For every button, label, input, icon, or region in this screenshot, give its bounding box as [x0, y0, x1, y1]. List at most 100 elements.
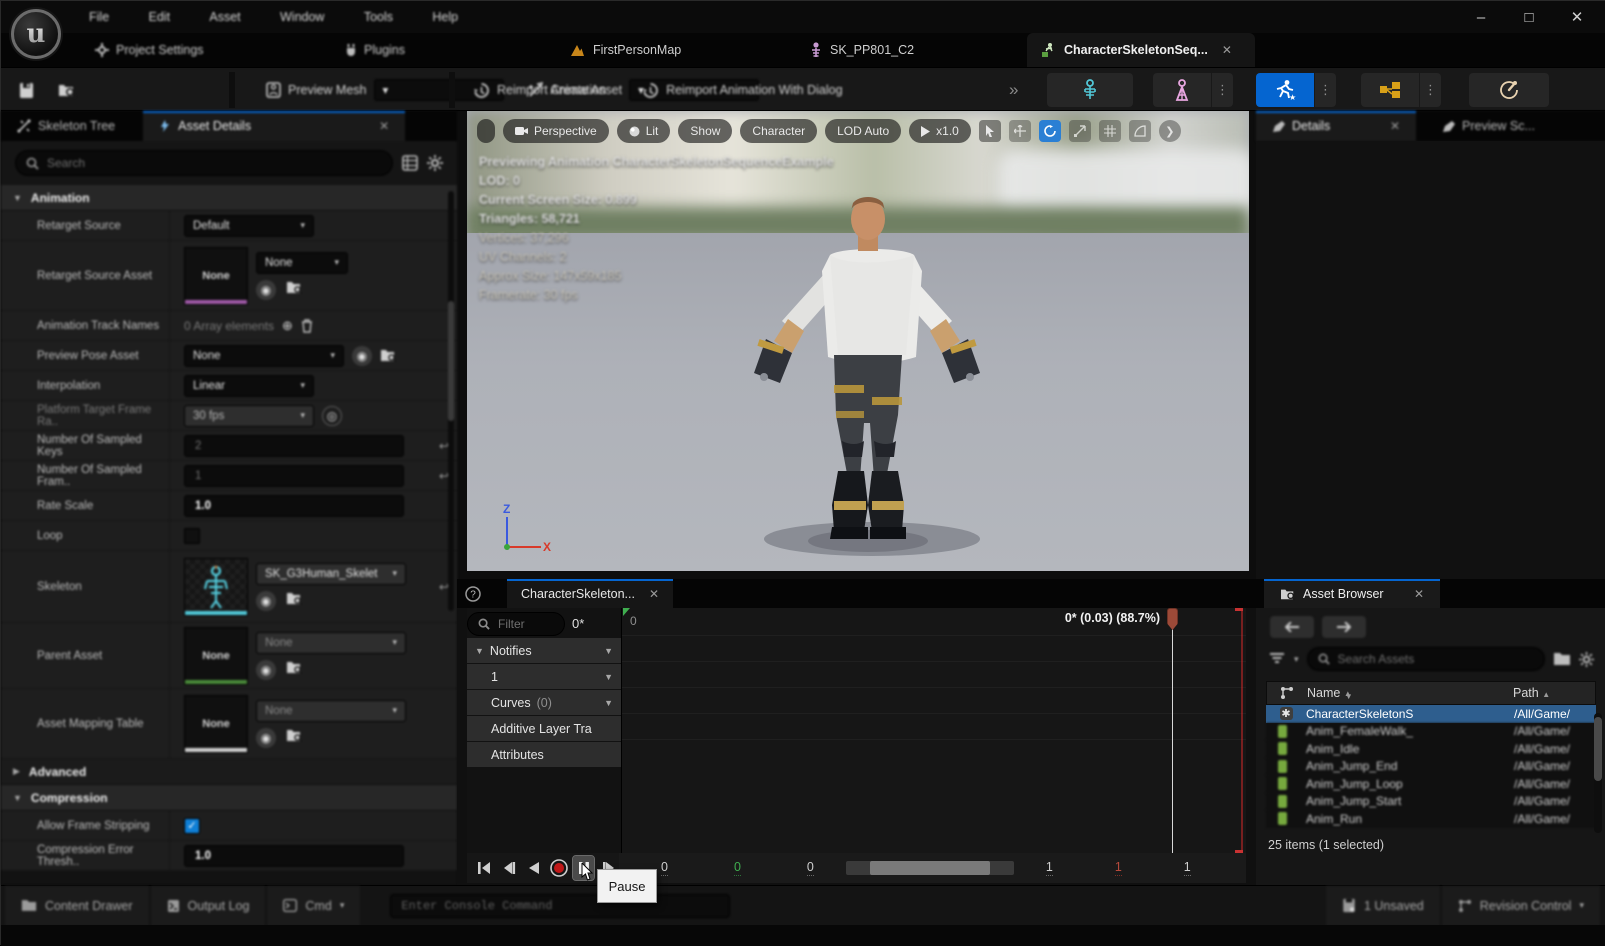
tab-asset-details[interactable]: Asset Details ✕	[143, 111, 405, 141]
gear-icon[interactable]	[1579, 652, 1594, 667]
tab-close-icon[interactable]: ✕	[1222, 43, 1232, 57]
tab-asset-browser[interactable]: Asset Browser ✕	[1264, 579, 1440, 608]
record-button[interactable]	[548, 856, 569, 880]
tab-close-icon[interactable]: ✕	[1414, 587, 1424, 601]
parent-asset-thumbnail[interactable]: None	[184, 627, 248, 685]
maximize-button[interactable]: □	[1512, 4, 1546, 30]
column-name[interactable]: Name ▲▼	[1307, 685, 1513, 701]
step-backward-button[interactable]	[498, 856, 519, 880]
add-element-icon[interactable]: ⊕	[282, 318, 293, 334]
section-animation[interactable]: ▼Animation	[1, 185, 457, 211]
tab-sk-pp801-c2[interactable]: SK_PP801_C2	[796, 33, 928, 67]
menu-file[interactable]: File	[71, 1, 127, 33]
menu-tools[interactable]: Tools	[346, 1, 411, 33]
rotate-tool-icon[interactable]	[1039, 120, 1061, 142]
browse-asset-button[interactable]	[48, 74, 86, 106]
lit-dropdown[interactable]: Lit	[617, 119, 671, 143]
browse-to-icon[interactable]	[286, 660, 303, 675]
menu-asset[interactable]: Asset	[191, 1, 258, 33]
content-drawer-button[interactable]: Content Drawer	[5, 886, 149, 926]
animation-mode-kebab[interactable]: ⋮	[1314, 73, 1336, 107]
reimport-animation-dialog-button[interactable]: Reimport Animation With Dialog	[632, 74, 852, 106]
tab-firstpersonmap[interactable]: FirstPersonMap	[556, 33, 695, 67]
current-frame-value[interactable]: 0	[807, 860, 814, 876]
to-front-button[interactable]	[473, 856, 494, 880]
asset-row[interactable]: Anim_Jump_Start /All/Game/	[1266, 793, 1596, 811]
mesh-mode-button[interactable]	[1153, 73, 1211, 107]
asset-row[interactable]: Anim_Run /All/Game/	[1266, 810, 1596, 828]
project-settings-button[interactable]: Project Settings	[81, 33, 218, 67]
select-tool-icon[interactable]	[979, 120, 1001, 142]
interpolation-dropdown[interactable]: Linear▾	[184, 375, 314, 397]
minimize-button[interactable]: –	[1464, 4, 1498, 30]
use-selected-icon[interactable]: ◉	[256, 660, 276, 680]
range-end-value[interactable]: 1	[1046, 860, 1053, 876]
unreal-logo[interactable]: u	[11, 9, 61, 59]
browse-to-icon[interactable]	[380, 348, 397, 363]
asset-list-scrollbar[interactable]	[1594, 713, 1602, 833]
rate-scale-field[interactable]: 1.0	[184, 495, 404, 517]
playback-start-value[interactable]: 0	[734, 860, 741, 876]
blueprint-mode-button[interactable]	[1361, 73, 1419, 107]
track-notifies[interactable]: ▼ Notifies ▼	[467, 638, 621, 663]
use-selected-icon[interactable]: ◉	[256, 591, 276, 611]
tab-close-icon[interactable]: ✕	[379, 119, 389, 133]
retarget-source-asset-dropdown[interactable]: None▾	[256, 252, 348, 274]
asset-row[interactable]: Anim_FemaleWalk_ /All/Game/	[1266, 723, 1596, 741]
unsaved-button[interactable]: 1 Unsaved	[1326, 886, 1440, 926]
scale-tool-icon[interactable]	[1069, 120, 1091, 142]
parent-asset-dropdown[interactable]: None▾	[256, 632, 406, 654]
close-button[interactable]: ✕	[1560, 4, 1594, 30]
perspective-dropdown[interactable]: Perspective	[503, 119, 609, 143]
forward-button[interactable]	[1322, 616, 1366, 638]
track-attributes[interactable]: Attributes	[467, 742, 621, 767]
sampled-frames-field[interactable]: 1	[184, 465, 404, 487]
section-advanced[interactable]: ▶Advanced	[1, 759, 457, 785]
viewport-menu-button[interactable]	[477, 119, 495, 143]
back-button[interactable]	[1270, 616, 1314, 638]
physics-mode-button[interactable]	[1469, 73, 1549, 107]
use-selected-icon[interactable]: ◉	[352, 346, 372, 366]
playback-end-value[interactable]: 1	[1115, 860, 1122, 876]
track-curves[interactable]: Curves (0) ▼	[467, 690, 621, 715]
trash-icon[interactable]	[301, 319, 313, 333]
skeleton-thumbnail[interactable]	[184, 558, 248, 616]
track-additive-layer[interactable]: Additive Layer Tra	[467, 716, 621, 741]
chevron-down-icon[interactable]: ▾	[1294, 654, 1299, 665]
cmd-dropdown[interactable]: Cmd▾	[267, 886, 360, 926]
gear-icon[interactable]	[427, 155, 443, 171]
timeline-filter-input[interactable]: Filter	[467, 612, 565, 636]
skeleton-mode-button[interactable]	[1047, 73, 1133, 107]
asset-row[interactable]: Anim_Jump_End /All/Game/	[1266, 758, 1596, 776]
platform-target-dropdown[interactable]: 30 fps▾	[184, 405, 314, 427]
target-icon[interactable]: ◎	[322, 406, 342, 426]
timeline-scrollbar[interactable]	[846, 861, 1014, 875]
reimport-animation-button[interactable]: Reimport Animation	[463, 74, 616, 106]
move-tool-icon[interactable]	[1009, 120, 1031, 142]
track-notify-1[interactable]: 1 ▼	[467, 664, 621, 689]
asset-mapping-thumbnail[interactable]: None	[184, 695, 248, 753]
asset-row-selected[interactable]: ✱ CharacterSkeletonS /All/Game/	[1266, 705, 1596, 723]
chevron-down-icon[interactable]: ▼	[604, 698, 613, 708]
playback-speed-button[interactable]: x1.0	[909, 119, 971, 143]
menu-help[interactable]: Help	[414, 1, 476, 33]
browse-to-icon[interactable]	[286, 591, 303, 606]
menu-edit[interactable]: Edit	[131, 1, 189, 33]
console-command-input[interactable]: Enter Console Command	[390, 894, 730, 918]
folder-icon[interactable]	[1553, 652, 1571, 666]
section-compression[interactable]: ▼Compression	[1, 785, 457, 811]
browse-to-icon[interactable]	[286, 728, 303, 743]
total-frames-value[interactable]: 1	[1184, 860, 1191, 876]
asset-row[interactable]: Anim_Jump_Loop /All/Game/	[1266, 775, 1596, 793]
timeline-track-area[interactable]: 0 0* (0.03) (88.7%)	[621, 608, 1246, 853]
retarget-source-dropdown[interactable]: Default▾	[184, 215, 314, 237]
pause-button[interactable]	[573, 856, 594, 880]
rotation-snap-icon[interactable]	[1129, 120, 1151, 142]
preview-pose-asset-dropdown[interactable]: None▾	[184, 345, 344, 367]
compression-error-field[interactable]: 1.0	[184, 845, 404, 867]
blueprint-mode-kebab[interactable]: ⋮	[1419, 73, 1441, 107]
filter-icon[interactable]	[1270, 653, 1286, 665]
asset-row[interactable]: Anim_Idle /All/Game/	[1266, 740, 1596, 758]
playhead-marker[interactable]	[1167, 608, 1178, 630]
asset-mapping-dropdown[interactable]: None▾	[256, 700, 406, 722]
